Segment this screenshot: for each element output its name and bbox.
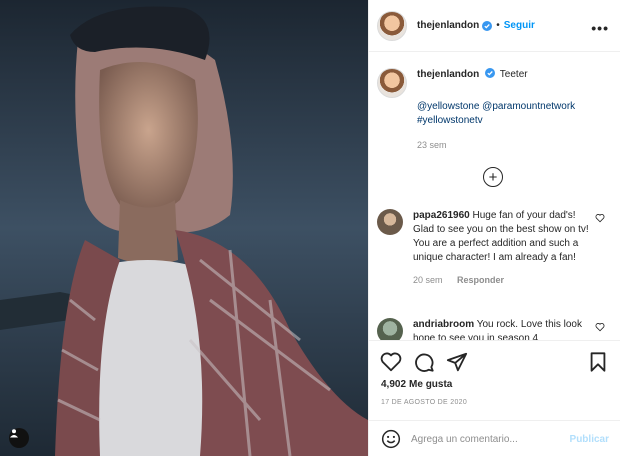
comment-body: papa261960 Huge fan of your dad's! Glad … <box>413 209 593 287</box>
verified-badge-icon <box>482 20 493 31</box>
actions-section: 4,902Me gusta 17 DE AGOSTO DE 2020 Publi… <box>369 340 620 456</box>
plus-circle-icon[interactable]: + <box>483 167 503 187</box>
share-icon[interactable] <box>446 351 468 373</box>
avatar[interactable] <box>377 10 407 41</box>
post-panel: thejenlandon • Seguir ••• thejenlandon T… <box>368 0 620 456</box>
instagram-post: thejenlandon • Seguir ••• thejenlandon T… <box>0 0 620 456</box>
publish-button[interactable]: Publicar <box>570 434 609 445</box>
follow-button[interactable]: Seguir <box>504 20 535 31</box>
bookmark-icon[interactable] <box>587 351 609 373</box>
heart-icon[interactable] <box>595 322 605 332</box>
caption-avatar[interactable] <box>377 68 407 98</box>
comment-username[interactable]: papa261960 <box>413 210 470 221</box>
user-tag-icon[interactable] <box>9 428 29 448</box>
reply-button[interactable]: Responder <box>457 275 504 285</box>
post-date[interactable]: 17 DE AGOSTO DE 2020 <box>381 399 467 406</box>
comment-icon[interactable] <box>413 351 435 373</box>
heart-icon[interactable] <box>595 213 605 223</box>
comment-username[interactable]: andriabroom <box>413 319 474 330</box>
caption: thejenlandon Teeter <box>377 68 613 98</box>
emoji-icon[interactable] <box>381 429 401 449</box>
likes-number: 4,902 <box>381 379 407 390</box>
more-options-icon[interactable]: ••• <box>591 20 609 36</box>
comment-input[interactable] <box>411 433 561 445</box>
post-photo[interactable] <box>0 0 368 456</box>
caption-username[interactable]: thejenlandon <box>417 69 479 80</box>
comment-meta: 20 sem Responder <box>413 273 593 287</box>
caption-text: Teeter <box>499 69 528 80</box>
heart-icon[interactable] <box>380 351 402 373</box>
username-link[interactable]: thejenlandon <box>417 20 479 31</box>
likes-count[interactable]: 4,902 Me gusta <box>381 379 452 390</box>
separator-dot: • <box>496 20 500 31</box>
comment-composer: Publicar <box>369 420 620 456</box>
comment-item: papa261960 Huge fan of your dad's! Glad … <box>377 209 613 287</box>
post-header: thejenlandon • Seguir ••• <box>369 0 620 52</box>
caption-timestamp[interactable]: 23 sem <box>417 140 447 150</box>
likes-label: Me gusta <box>409 379 453 390</box>
post-image <box>0 0 368 456</box>
caption-body: thejenlandon Teeter <box>417 68 613 98</box>
avatar[interactable] <box>377 209 403 235</box>
verified-badge-icon <box>485 68 496 78</box>
caption-tags[interactable]: @yellowstone @paramountnetwork #yellowst… <box>417 100 613 128</box>
comment-timestamp[interactable]: 20 sem <box>413 275 443 285</box>
